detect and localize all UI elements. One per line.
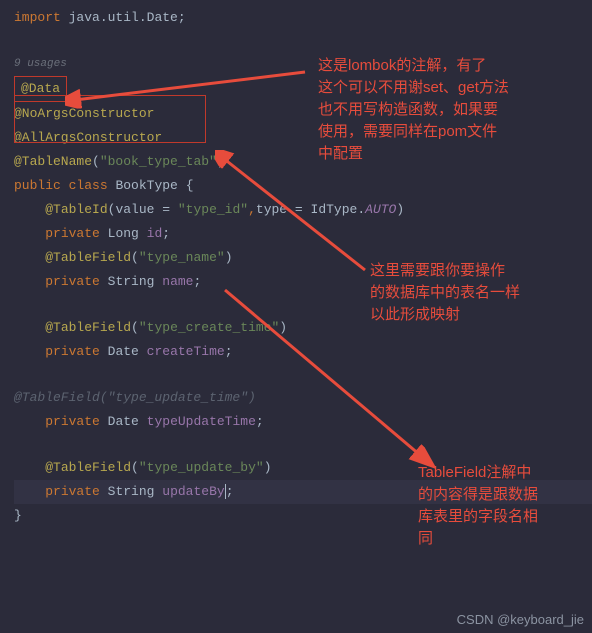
keyword: class bbox=[69, 178, 108, 193]
code-line: import java.util.Date; bbox=[14, 6, 592, 30]
class-name: BookType bbox=[115, 178, 177, 193]
semicolon: ; bbox=[178, 10, 186, 25]
keyword: public bbox=[14, 178, 61, 193]
annotation-note-1: 这是lombok的注解，有了 这个可以不用谢set、get方法 也不用写构造函数… bbox=[318, 55, 509, 165]
arrow-icon bbox=[215, 280, 435, 470]
watermark-text: CSDN @keyboard_jie bbox=[457, 612, 584, 627]
keyword-import: import bbox=[14, 10, 61, 25]
annotation-tableid: @TableId bbox=[45, 202, 107, 217]
annotation-tablename: @TableName bbox=[14, 154, 92, 169]
arrow-icon bbox=[215, 150, 375, 280]
blank-line bbox=[14, 30, 592, 52]
annotation-data-boxed: @Data bbox=[14, 76, 67, 102]
package-path: java.util.Date bbox=[69, 10, 178, 25]
arrow-icon bbox=[65, 60, 315, 120]
annotation-note-3: TableField注解中 的内容得是跟数据 库表里的字段名相 同 bbox=[418, 462, 538, 550]
string-literal: "book_type_tab" bbox=[100, 154, 217, 169]
annotation-allargs: @AllArgsConstructor bbox=[14, 130, 162, 145]
